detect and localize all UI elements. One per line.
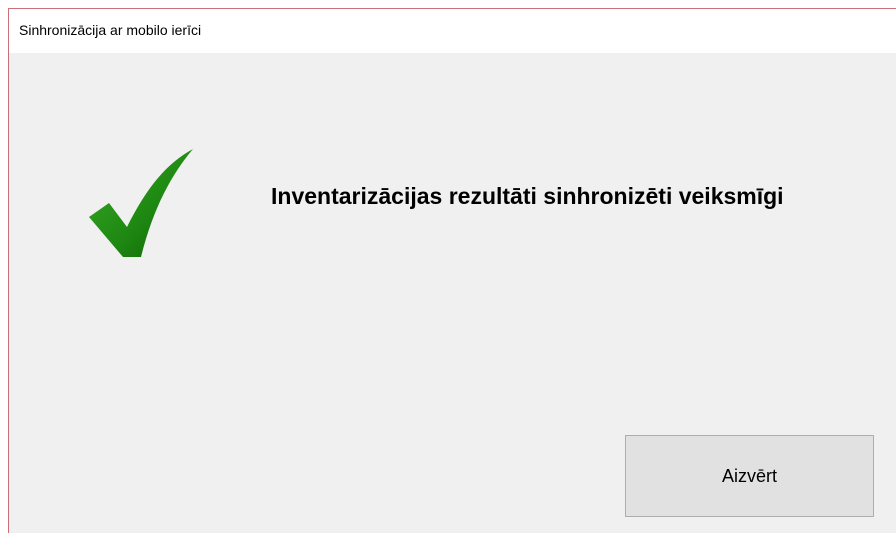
success-message: Inventarizācijas rezultāti sinhronizēti … <box>271 183 784 209</box>
dialog-content: Inventarizācijas rezultāti sinhronizēti … <box>9 53 896 533</box>
title-bar: Sinhronizācija ar mobilo ierīci <box>9 9 896 53</box>
sync-dialog-window: Sinhronizācija ar mobilo ierīci Inventar… <box>8 8 896 533</box>
close-button[interactable]: Aizvērt <box>625 435 874 517</box>
window-title: Sinhronizācija ar mobilo ierīci <box>19 22 202 38</box>
checkmark-icon <box>87 149 195 257</box>
